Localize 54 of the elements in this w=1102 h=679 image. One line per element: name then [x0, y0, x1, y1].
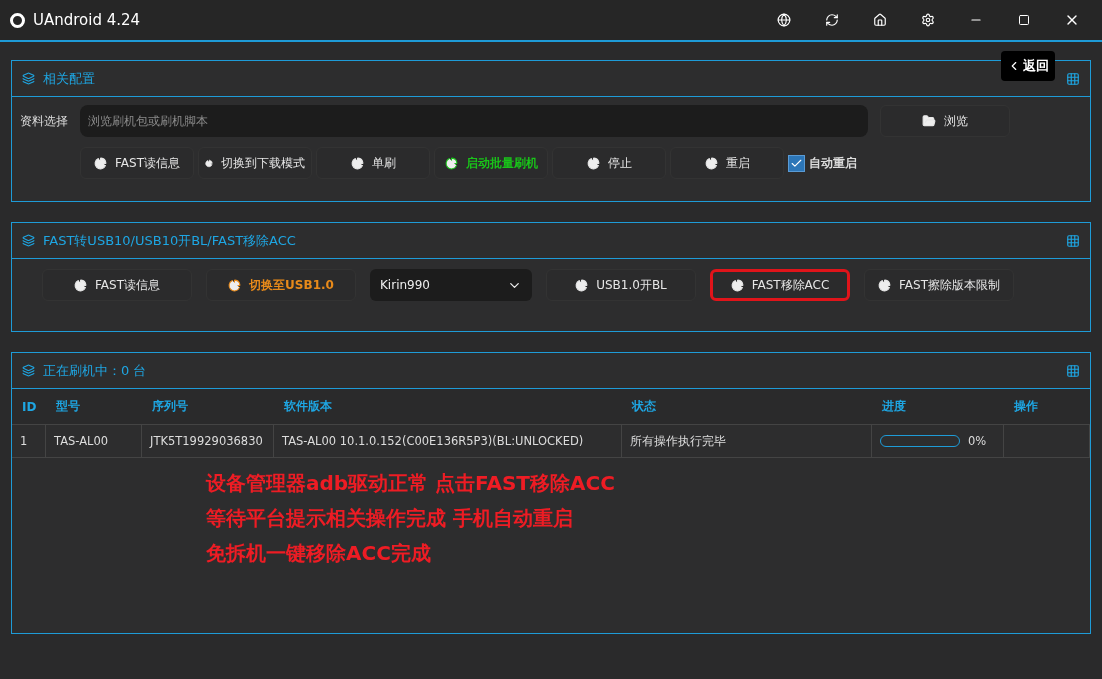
auto-restart-label: 自动重启 — [809, 154, 857, 172]
progress-reading: 0% — [968, 434, 987, 448]
action-button[interactable]: USB1.0开BL — [546, 269, 696, 301]
panel-title: 正在刷机中：0 台 — [43, 361, 148, 380]
action-button[interactable]: 重启 — [670, 147, 784, 179]
pie-chart-icon — [878, 278, 891, 292]
action-button[interactable]: FAST擦除版本限制 — [864, 269, 1014, 301]
auto-restart-checkbox[interactable] — [788, 154, 805, 172]
layers-icon — [22, 72, 35, 85]
window-title: UAndroid 4.24 — [33, 11, 142, 29]
browse-button[interactable]: 浏览 — [880, 105, 1010, 137]
maximize-icon — [1018, 14, 1030, 26]
grid-icon — [1066, 233, 1080, 248]
action-button[interactable]: FAST读信息 — [80, 147, 194, 179]
table-cell: 1 — [12, 425, 46, 458]
file-label: 资料选择 — [20, 112, 68, 130]
pie-chart-icon — [350, 156, 364, 170]
settings-icon — [921, 13, 935, 27]
grid-icon — [1066, 363, 1080, 378]
folder-icon — [922, 114, 936, 128]
pie-chart-icon — [94, 156, 107, 170]
action-button[interactable]: 切换到下载模式 — [198, 147, 312, 179]
layers-icon — [22, 234, 35, 247]
pie-chart-icon — [575, 278, 589, 292]
pie-chart-icon — [228, 278, 242, 292]
table-cell: 所有操作执行完毕 — [622, 425, 872, 458]
panel-title: FAST转USB10/USB10开BL/FAST移除ACC — [43, 231, 297, 250]
pie-chart-icon — [444, 156, 458, 170]
action-button[interactable]: 切换至USB1.0 — [206, 269, 356, 301]
annotation-text: 等待平台提示相关操作完成 手机自动重启 — [206, 505, 574, 532]
table-cell: TAS-AL00 10.1.0.152(C00E136R5P3)(BL:UNLOCKED) — [274, 425, 622, 458]
file-input-field[interactable]: 浏览刷机包或刷机脚本 — [80, 105, 868, 137]
logo-icon — [10, 12, 25, 28]
annotation-text: 免拆机一键移除ACC完成 — [206, 540, 432, 567]
layers-icon — [22, 364, 35, 377]
annotation-text: 设备管理器adb驱动正常 点击FAST移除ACC — [206, 470, 616, 497]
action-button[interactable]: FAST移除ACC — [710, 269, 850, 301]
action-button[interactable]: 启动批量刷机 — [434, 147, 548, 179]
pie-chart-icon — [74, 278, 87, 292]
action-button[interactable]: 停止 — [552, 147, 666, 179]
table-cell: JTK5T19929036830 — [142, 425, 274, 458]
action-button[interactable]: FAST读信息 — [42, 269, 192, 301]
action-button[interactable]: 单刷 — [316, 147, 430, 179]
back-button[interactable]: 返回 — [1001, 51, 1055, 81]
refresh-icon — [825, 13, 839, 27]
panel-title: 相关配置 — [43, 69, 96, 88]
globe-icon — [777, 13, 791, 27]
chip-select[interactable]: Kirin990 — [370, 269, 532, 301]
pie-chart-icon — [704, 156, 718, 170]
pie-chart-icon — [586, 156, 600, 170]
home-icon — [873, 13, 887, 27]
pie-chart-icon — [730, 278, 744, 292]
grid-icon — [1066, 71, 1080, 86]
table-cell: TAS-AL00 — [46, 425, 142, 458]
